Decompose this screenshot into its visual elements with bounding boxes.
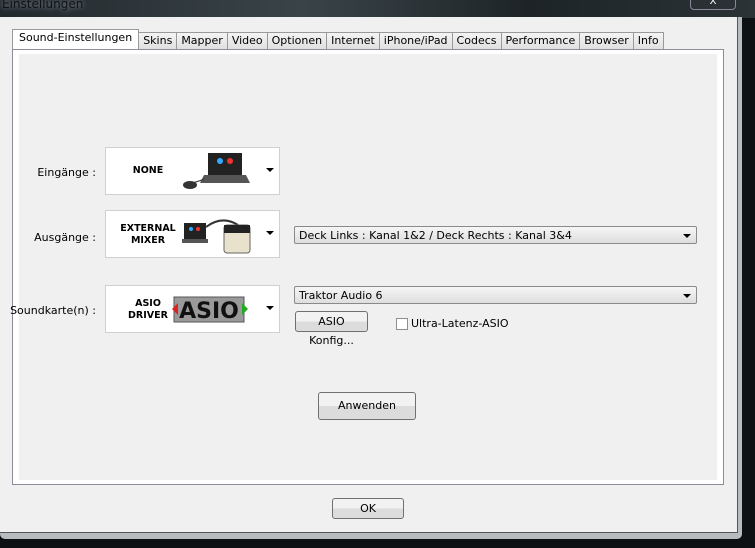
tab-skins[interactable]: Skins xyxy=(138,32,178,49)
chevron-down-icon xyxy=(683,294,691,298)
chevron-down-icon xyxy=(266,306,274,310)
chevron-down-icon xyxy=(266,231,274,235)
soundcard-select[interactable]: Traktor Audio 6 xyxy=(294,286,697,304)
dialog-frame: Sound-Einstellungen Skins Mapper Video Optio… xyxy=(0,17,742,539)
soundcard-driver-select[interactable]: ASIO DRIVER ASIO xyxy=(105,285,280,333)
tab-mapper[interactable]: Mapper xyxy=(176,32,228,49)
tab-video[interactable]: Video xyxy=(226,32,268,49)
chevron-down-icon xyxy=(683,234,691,238)
apply-button[interactable]: Anwenden xyxy=(318,392,416,420)
laptop-mouse-icon xyxy=(183,153,250,189)
window-title: Einstellungen xyxy=(2,0,84,11)
outputs-label: Ausgänge : xyxy=(34,231,96,244)
tab-iphone-ipad[interactable]: iPhone/iPad xyxy=(378,32,453,49)
close-button[interactable]: X xyxy=(690,0,736,10)
laptop-mixer-icon xyxy=(182,219,251,254)
inputs-label: Eingänge : xyxy=(37,166,96,179)
dialog-client: Sound-Einstellungen Skins Mapper Video Optio… xyxy=(0,17,738,533)
ok-button[interactable]: OK xyxy=(332,498,404,519)
asio-config-button[interactable]: ASIO Konfig... xyxy=(295,311,368,347)
ultra-latency-checkbox[interactable] xyxy=(396,318,408,330)
tab-codecs[interactable]: Codecs xyxy=(451,32,502,49)
ultra-latency-label: Ultra-Latenz-ASIO xyxy=(411,317,509,330)
soundcard-label: Soundkarte(n) : xyxy=(10,304,96,317)
tab-internet[interactable]: Internet xyxy=(326,32,380,49)
outputs-card-line1: EXTERNAL xyxy=(120,223,176,234)
output-channel-select[interactable]: Deck Links : Kanal 1&2 / Deck Rechts : K… xyxy=(294,226,697,244)
asio-logo-icon: ASIO xyxy=(172,296,248,324)
title-bar: Einstellungen X xyxy=(0,0,755,18)
soundcard-value: Traktor Audio 6 xyxy=(299,289,383,302)
tab-performance[interactable]: Performance xyxy=(500,32,581,49)
tab-sound-einstellungen[interactable]: Sound-Einstellungen xyxy=(12,29,140,49)
tab-browser[interactable]: Browser xyxy=(579,32,634,49)
chevron-down-icon xyxy=(266,168,274,172)
output-channel-value: Deck Links : Kanal 1&2 / Deck Rechts : K… xyxy=(299,229,572,242)
outputs-device-select[interactable]: EXTERNAL MIXER xyxy=(105,210,280,258)
tab-bar: Sound-Einstellungen Skins Mapper Video Optio… xyxy=(12,29,664,49)
outputs-card-line2: MIXER xyxy=(130,235,166,246)
asio-logo-text: ASIO xyxy=(179,299,239,324)
tab-info[interactable]: Info xyxy=(632,32,664,49)
inputs-device-select[interactable]: NONE xyxy=(105,147,280,195)
tab-optionen[interactable]: Optionen xyxy=(266,32,328,49)
inputs-card-text: NONE xyxy=(132,165,164,176)
